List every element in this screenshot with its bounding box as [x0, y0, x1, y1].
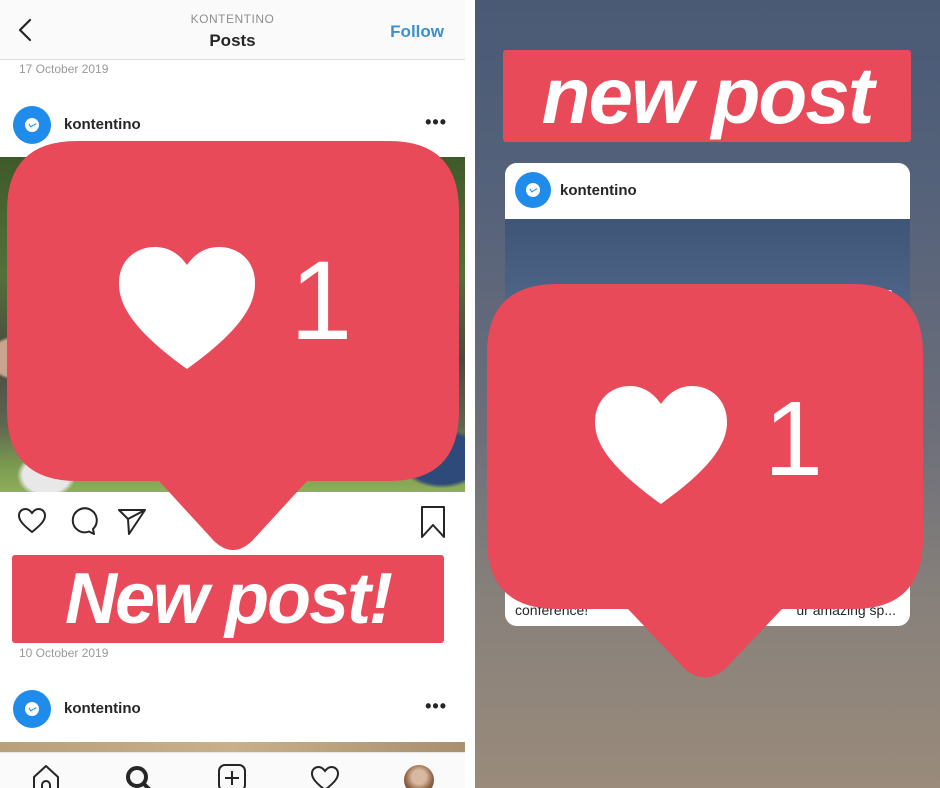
like-bubble-shape	[487, 284, 923, 678]
avatar	[515, 172, 551, 208]
new-post-banner-text: New post!	[64, 559, 393, 639]
follow-button[interactable]: Follow	[390, 22, 444, 42]
more-dots-icon[interactable]: •••	[425, 696, 447, 717]
post-username[interactable]: kontentino	[64, 116, 141, 133]
like-notification-sticker: 1	[487, 284, 923, 678]
like-notification-sticker: 1	[7, 141, 459, 551]
search-icon[interactable]	[123, 763, 155, 788]
activity-heart-icon[interactable]	[309, 763, 341, 788]
new-post-banner: new post	[503, 50, 911, 142]
post-date: 17 October 2019	[19, 62, 109, 76]
profile-avatar[interactable]	[404, 765, 434, 788]
post-header: kontentino •••	[0, 684, 465, 734]
post-username[interactable]: kontentino	[64, 700, 141, 717]
avatar[interactable]	[13, 106, 51, 144]
like-bubble-shape	[7, 141, 459, 550]
add-post-icon[interactable]	[217, 763, 247, 788]
home-icon[interactable]	[31, 763, 61, 788]
bottom-tab-bar	[0, 752, 465, 788]
left-panel-profile-posts: KONTENTINO Posts Follow 17 October 2019 …	[0, 0, 465, 788]
post-image[interactable]	[0, 742, 465, 752]
card-username: kontentino	[560, 182, 637, 199]
new-post-banner: New post!	[12, 555, 444, 643]
card-header: kontentino	[505, 163, 910, 219]
like-count: 1	[290, 238, 353, 363]
more-dots-icon[interactable]: •••	[425, 112, 447, 133]
top-nav-bar: KONTENTINO Posts Follow	[0, 0, 465, 60]
avatar[interactable]	[13, 690, 51, 728]
new-post-banner-text: new post	[541, 51, 875, 140]
right-panel-story: new post kontentino k conference! ur ama…	[475, 0, 940, 788]
post-date: 10 October 2019	[19, 646, 109, 660]
like-count: 1	[764, 380, 823, 498]
